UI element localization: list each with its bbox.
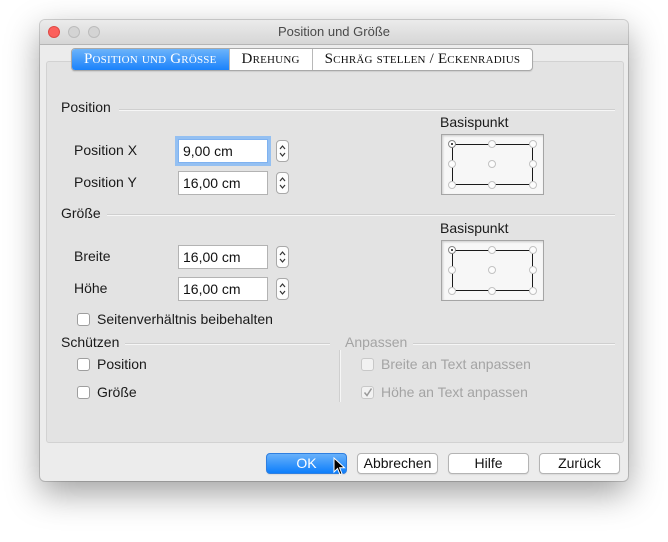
width-field[interactable] [178,245,268,269]
checkmark-icon [363,388,373,397]
position-basispunkt-label: Basispunkt [440,114,509,130]
basispunkt-center[interactable] [488,266,496,274]
position-section-label: Position [61,99,111,115]
size-section-label: Größe [61,205,101,221]
fit-section-label: Anpassen [345,334,408,350]
fit-height-label: Höhe an Text anpassen [381,384,528,400]
fit-width-label: Breite an Text anpassen [381,356,531,372]
tab-slant-corner-radius[interactable]: Schräg stellen / Eckenradius [311,49,533,70]
stepper-icon [279,145,286,157]
position-y-stepper[interactable] [276,172,289,194]
fit-height-checkbox[interactable] [361,386,374,399]
basispunkt-top-right[interactable] [529,246,537,254]
fit-width-checkbox[interactable] [361,358,374,371]
width-label: Breite [74,248,111,264]
basispunkt-bottom-right[interactable] [529,181,537,189]
position-y-label: Position Y [74,174,137,190]
position-basispunkt-grid[interactable] [441,134,544,195]
basispunkt-middle-right[interactable] [529,160,537,168]
tab-position-size[interactable]: Position und Grösse [72,49,229,70]
protect-position-label: Position [97,356,147,372]
basispunkt-bottom-center[interactable] [488,287,496,295]
position-divider [119,109,615,111]
basispunkt-top-center[interactable] [488,246,496,254]
protect-size-checkbox[interactable] [77,386,90,399]
title-bar[interactable]: Position und Größe [40,20,628,45]
basispunkt-top-left[interactable] [448,140,456,148]
keep-ratio-checkbox[interactable] [77,313,90,326]
basispunkt-top-left[interactable] [448,246,456,254]
fit-separator [339,350,341,402]
basispunkt-bottom-left[interactable] [448,287,456,295]
basispunkt-middle-left[interactable] [448,266,456,274]
arrow-pointer-icon [333,457,346,476]
position-y-field[interactable] [178,171,268,195]
stepper-icon [279,177,286,189]
height-stepper[interactable] [276,278,289,300]
basispunkt-top-right[interactable] [529,140,537,148]
basispunkt-bottom-left[interactable] [448,181,456,189]
position-x-label: Position X [74,142,138,158]
stepper-icon [279,251,286,263]
fit-divider [413,343,615,345]
protect-section-label: Schützen [61,334,120,350]
protect-position-checkbox[interactable] [77,358,90,371]
basispunkt-bottom-center[interactable] [488,181,496,189]
cancel-button[interactable]: Abbrechen [357,453,438,474]
protect-size-label: Größe [97,384,137,400]
keep-ratio-label: Seitenverhältnis beibehalten [97,311,273,327]
tab-content-panel: Position Position X Position Y Basispunk… [46,61,624,443]
reset-button[interactable]: Zurück [539,453,620,474]
basispunkt-middle-left[interactable] [448,160,456,168]
help-button[interactable]: Hilfe [448,453,529,474]
height-label: Höhe [74,280,108,296]
size-basispunkt-grid[interactable] [441,240,544,301]
basispunkt-bottom-right[interactable] [529,287,537,295]
tab-rotation[interactable]: Drehung [228,49,312,70]
position-x-stepper[interactable] [276,140,289,162]
window-title: Position und Größe [277,24,390,39]
basispunkt-middle-right[interactable] [529,266,537,274]
protect-divider [125,343,330,345]
basispunkt-top-center[interactable] [488,140,496,148]
position-x-field[interactable] [178,139,268,163]
stepper-icon [279,283,286,295]
width-stepper[interactable] [276,246,289,268]
height-field[interactable] [178,277,268,301]
tab-bar: Position und Grösse Drehung Schräg stell… [71,48,534,71]
size-basispunkt-label: Basispunkt [440,220,509,236]
size-divider [107,214,615,216]
dialog-window: Position und Größe Position Position X P… [40,20,628,481]
basispunkt-center[interactable] [488,160,496,168]
